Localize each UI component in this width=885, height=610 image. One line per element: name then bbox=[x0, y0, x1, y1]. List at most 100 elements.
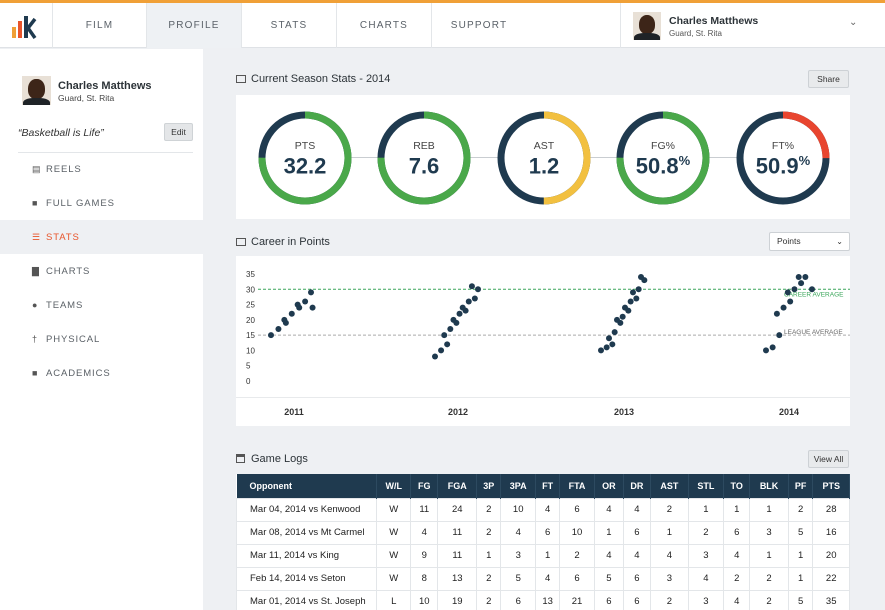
data-point bbox=[444, 341, 451, 348]
table-cell: 4 bbox=[650, 543, 689, 568]
sidebar-item-physical[interactable]: † PHYSICAL bbox=[0, 322, 203, 356]
column-header-3p[interactable]: 3P bbox=[476, 474, 502, 498]
season-stats-card: PTS 32.2 REB 7.6 AST 1.2 FG% 50.8% FT% 50.9% bbox=[236, 95, 850, 219]
table-cell: 11 bbox=[437, 543, 478, 568]
table-cell: 8 bbox=[410, 566, 439, 591]
sidebar-item-label: REELS bbox=[46, 164, 82, 175]
nav-stats[interactable]: STATS bbox=[241, 3, 336, 48]
x-tick-label: 2011 bbox=[284, 407, 304, 417]
nav-film[interactable]: FILM bbox=[52, 3, 146, 48]
data-point bbox=[447, 326, 454, 333]
table-cell: 3 bbox=[687, 543, 725, 568]
stat-value-number: 7.6 bbox=[408, 153, 440, 179]
y-tick-label: 0 bbox=[246, 377, 251, 386]
view-all-button[interactable]: View All bbox=[808, 450, 849, 468]
nav-support[interactable]: SUPPORT bbox=[431, 3, 526, 48]
profile-motto: “Basketball is Life” bbox=[18, 127, 104, 139]
column-header-3pa[interactable]: 3PA bbox=[500, 474, 537, 498]
data-point bbox=[609, 341, 616, 348]
table-cell: 1 bbox=[535, 543, 560, 568]
table-cell: W bbox=[375, 566, 412, 591]
sidebar-item-academics[interactable]: ■ ACADEMICS bbox=[0, 356, 203, 390]
table-row[interactable]: Mar 11, 2014 vs King W 9 11 1 3 1 2 4 4 4 3 4 1 1 20 bbox=[236, 543, 850, 568]
nav-charts[interactable]: CHARTS bbox=[336, 3, 431, 48]
column-header-or[interactable]: OR bbox=[594, 474, 624, 498]
metric-select[interactable]: Points ⌄ bbox=[769, 232, 850, 251]
career-title-text: Career in Points bbox=[251, 236, 330, 248]
column-header-ft[interactable]: FT bbox=[535, 474, 560, 498]
data-point bbox=[638, 274, 644, 281]
table-cell: 1 bbox=[749, 543, 789, 568]
season-stats-title-text: Current Season Stats - 2014 bbox=[251, 73, 391, 85]
sidebar-item-reels[interactable]: ▤ REELS bbox=[0, 152, 203, 186]
column-header-opponent[interactable]: Opponent bbox=[236, 474, 377, 498]
table-cell: 21 bbox=[558, 589, 596, 610]
data-point bbox=[309, 304, 316, 311]
sidebar-item-stats[interactable]: ☰ STATS bbox=[0, 220, 203, 254]
table-cell: 4 bbox=[594, 497, 624, 522]
table-row[interactable]: Feb 14, 2014 vs Seton W 8 13 2 5 4 6 5 6 3 4 2 2 1 22 bbox=[236, 566, 850, 591]
profile-name: Charles Matthews bbox=[58, 80, 152, 92]
table-cell: 4 bbox=[410, 520, 439, 545]
column-header-ast[interactable]: AST bbox=[650, 474, 689, 498]
table-cell: 6 bbox=[723, 520, 751, 545]
data-point bbox=[633, 295, 640, 302]
data-point bbox=[809, 286, 815, 293]
column-header-blk[interactable]: BLK bbox=[749, 474, 789, 498]
column-header-to[interactable]: TO bbox=[723, 474, 751, 498]
sidebar-item-charts[interactable]: ▇ CHARTS bbox=[0, 254, 203, 288]
column-header-fga[interactable]: FGA bbox=[437, 474, 478, 498]
table-cell: 16 bbox=[812, 520, 850, 545]
sidebar-item-full-games[interactable]: ■ FULL GAMES bbox=[0, 186, 203, 220]
sidebar-item-label: STATS bbox=[46, 232, 80, 243]
data-point bbox=[302, 298, 309, 305]
bar-chart-icon: ▇ bbox=[32, 266, 40, 276]
edit-button[interactable]: Edit bbox=[164, 123, 193, 141]
data-point bbox=[603, 344, 610, 351]
nav-profile[interactable]: PROFILE bbox=[146, 3, 241, 48]
stat-value-number: 1.2 bbox=[528, 153, 560, 179]
table-cell: 4 bbox=[594, 543, 624, 568]
reference-line-label: CAREER AVERAGE bbox=[784, 291, 844, 298]
stat-value: 1.2 bbox=[496, 153, 592, 179]
data-point bbox=[787, 298, 794, 305]
column-header-dr[interactable]: DR bbox=[623, 474, 652, 498]
stat-value-number: 32.2 bbox=[283, 153, 327, 179]
data-point bbox=[622, 304, 628, 311]
column-header-stl[interactable]: STL bbox=[688, 474, 725, 498]
table-cell: 5 bbox=[787, 520, 814, 545]
table-row[interactable]: Mar 04, 2014 vs Kenwood W 11 24 2 10 4 6 4 4 2 1 1 1 2… bbox=[236, 497, 850, 522]
column-header-pts[interactable]: PTS bbox=[812, 474, 850, 498]
column-header-pf[interactable]: PF bbox=[788, 474, 814, 498]
column-header-wl[interactable]: W/L bbox=[376, 474, 412, 498]
data-point bbox=[784, 289, 791, 296]
data-point bbox=[465, 298, 472, 305]
table-cell: 9 bbox=[410, 543, 439, 568]
table-row[interactable]: Mar 01, 2014 vs St. Joseph L 10 19 2 6 13 21 6 6 2… bbox=[236, 589, 850, 610]
table-cell: 10 bbox=[410, 589, 439, 610]
logo-icon[interactable] bbox=[10, 13, 38, 41]
chevron-down-icon[interactable]: ⌄ bbox=[849, 17, 857, 28]
data-point bbox=[763, 347, 769, 354]
y-tick-label: 35 bbox=[246, 270, 255, 279]
data-point bbox=[432, 353, 438, 360]
sidebar-item-label: TEAMS bbox=[46, 300, 84, 311]
column-header-fta[interactable]: FTA bbox=[559, 474, 596, 498]
sidebar-item-teams[interactable]: ● TEAMS bbox=[0, 288, 203, 322]
table-cell: 4 bbox=[723, 543, 751, 568]
data-point bbox=[791, 286, 798, 293]
column-header-fg[interactable]: FG bbox=[410, 474, 439, 498]
share-button[interactable]: Share bbox=[808, 70, 849, 88]
sidebar-item-label: ACADEMICS bbox=[46, 368, 111, 379]
table-cell: 3 bbox=[650, 566, 689, 591]
user-menu[interactable]: Charles Matthews Guard, St. Rita ⌄ bbox=[620, 3, 885, 48]
table-cell: 11 bbox=[410, 497, 439, 522]
table-cell: 2 bbox=[476, 520, 502, 545]
table-row[interactable]: Mar 08, 2014 vs Mt Carmel W 4 11 2 4 6 10 1 6 1 2 6 3… bbox=[236, 520, 850, 545]
profile-avatar bbox=[22, 76, 51, 105]
table-cell: 2 bbox=[476, 497, 502, 522]
bar-chart-icon bbox=[236, 238, 246, 246]
stat-ring-reb: REB 7.6 bbox=[376, 110, 472, 206]
sidebar-item-label: CHARTS bbox=[46, 266, 91, 277]
table-cell: W bbox=[375, 520, 412, 545]
